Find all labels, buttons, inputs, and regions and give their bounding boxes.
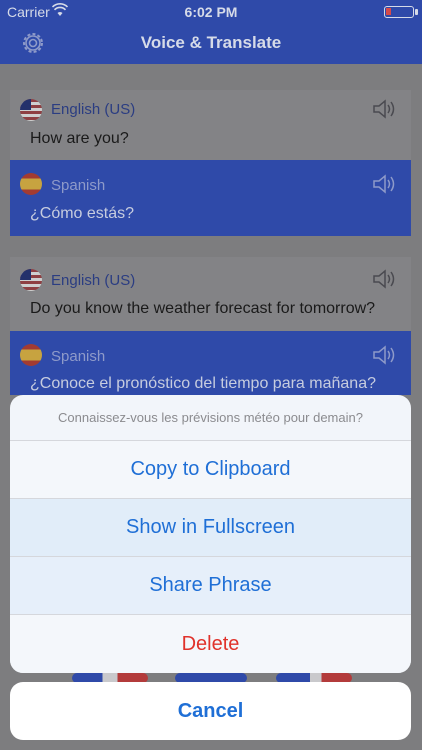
phrase-card-source[interactable]: English (US) Do you know the weather for… (10, 257, 411, 331)
us-flag-icon (20, 99, 42, 121)
us-flag-icon (20, 269, 42, 291)
phrase-card-translation[interactable]: Spanish ¿Cómo estás? (10, 160, 411, 236)
phrase-card-translation[interactable]: Spanish ¿Conoce el pronóstico del tiempo… (10, 331, 411, 395)
target-language-label: Spanish (51, 177, 106, 194)
speaker-icon[interactable] (371, 97, 399, 121)
action-sheet-title: Connaissez-vous les prévisions météo pou… (10, 395, 411, 441)
nav-bar: Voice & Translate (0, 24, 422, 64)
share-phrase-button[interactable]: Share Phrase (10, 557, 411, 615)
source-language-label: English (US) (51, 272, 136, 289)
delete-button[interactable]: Delete (10, 615, 411, 673)
translated-phrase: ¿Cómo estás? (30, 205, 135, 222)
es-flag-icon (20, 344, 42, 366)
cancel-button[interactable]: Cancel (10, 682, 411, 740)
source-phrase: How are you? (30, 130, 129, 147)
source-phrase: Do you know the weather forecast for tom… (30, 300, 376, 317)
page-title: Voice & Translate (140, 33, 282, 52)
phrase-card-source[interactable]: English (US) How are you? (10, 90, 411, 160)
action-sheet: Connaissez-vous les prévisions météo pou… (10, 395, 411, 673)
translated-phrase: ¿Conoce el pronóstico del tiempo para ma… (30, 375, 376, 392)
source-language-label: English (US) (51, 101, 136, 118)
copy-to-clipboard-button[interactable]: Copy to Clipboard (10, 441, 411, 499)
clock: 6:02 PM (184, 4, 238, 20)
speaker-icon[interactable] (371, 172, 399, 196)
battery-icon (384, 6, 418, 18)
es-flag-icon (20, 173, 42, 195)
speaker-icon[interactable] (371, 343, 399, 367)
status-bar: Carrier 6:02 PM (0, 0, 422, 24)
target-language-label: Spanish (51, 348, 106, 365)
speaker-icon[interactable] (371, 267, 399, 291)
show-fullscreen-button[interactable]: Show in Fullscreen (10, 499, 411, 557)
